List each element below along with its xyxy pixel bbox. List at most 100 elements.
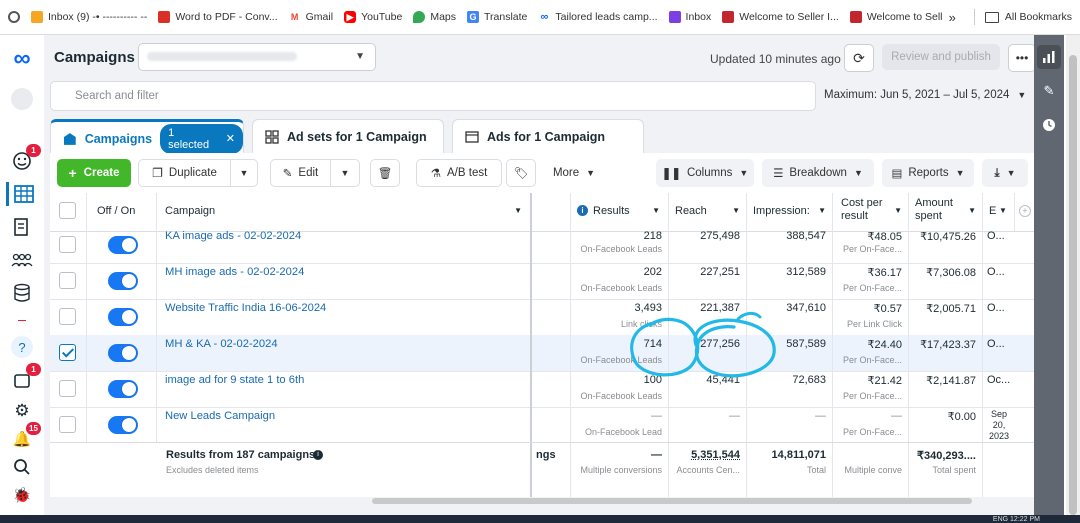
vertical-scrollbar[interactable] <box>1066 35 1080 515</box>
table-row[interactable]: Website Traffic India 16-06-2024 3,493 Li… <box>50 299 1034 336</box>
breakdown-button[interactable]: ☰ Breakdown ▼ <box>762 159 874 187</box>
cost-type: Per On-Face... <box>842 283 902 293</box>
select-all-checkbox[interactable] <box>59 202 76 219</box>
help-icon[interactable]: ? <box>10 335 34 359</box>
page-updates-icon[interactable]: 1 <box>10 363 41 392</box>
horizontal-scrollbar[interactable] <box>372 498 972 504</box>
campaign-name-link[interactable]: New Leads Campaign <box>165 410 275 422</box>
bookmark-tailored-leads[interactable]: ∞ Tailored leads camp... <box>538 11 658 23</box>
summary-amount-spent: ₹340,293.... <box>917 450 976 462</box>
header-impressions[interactable]: Impression: ▼ <box>746 193 832 231</box>
bookmark-gmail[interactable]: M Gmail <box>288 11 333 23</box>
bookmark-word-to-pdf[interactable]: Word to PDF - Conv... <box>158 11 278 23</box>
table-row[interactable]: KA image ads - 02-02-2024 218 On-Facebook… <box>50 230 1034 264</box>
tab-campaigns[interactable]: Campaigns 1 selected ✕ <box>50 119 244 155</box>
settings-gear-icon[interactable]: ⚙ <box>10 399 34 423</box>
bookmarks-overflow-button[interactable]: » <box>949 10 956 25</box>
bookmark-inbox-2[interactable]: Inbox <box>668 11 711 23</box>
notifications-icon[interactable]: 1 <box>10 144 41 173</box>
review-and-publish-button[interactable]: Review and publish <box>882 44 1000 70</box>
delete-button[interactable]: 🗑 <box>370 159 400 187</box>
campaign-toggle[interactable] <box>108 416 138 434</box>
columns-button[interactable]: ❚❚ Columns ▼ <box>656 159 754 187</box>
close-icon[interactable]: ✕ <box>226 132 235 145</box>
search-filter-bar[interactable] <box>50 81 816 111</box>
campaigns-table-icon[interactable] <box>6 182 39 206</box>
edit-dropdown-button[interactable]: ▼ <box>330 159 360 187</box>
table-row[interactable]: image ad for 9 state 1 to 6th 100 On-Face… <box>50 371 1034 408</box>
header-amount-spent[interactable]: Amount spent ▼ <box>908 193 982 231</box>
campaign-name-link[interactable]: Website Traffic India 16-06-2024 <box>165 302 326 314</box>
ad-account-selector[interactable]: ▼ <box>138 43 376 71</box>
table-row[interactable]: MH image ads - 02-02-2024 202 On-Facebook… <box>50 263 1034 300</box>
ends-value: O... <box>987 302 1005 314</box>
amount-spent-value: ₹2,141.87 <box>926 375 976 387</box>
chevron-down-icon: ▼ <box>732 206 740 215</box>
alerts-bell-icon[interactable]: 🔔 15 <box>10 422 41 451</box>
search-icon[interactable] <box>10 455 34 479</box>
campaign-toggle[interactable] <box>108 380 138 398</box>
chrome-icon[interactable] <box>8 11 20 23</box>
meta-logo-icon[interactable]: ∞ <box>10 45 34 72</box>
bookmark-youtube[interactable]: ▶ YouTube <box>344 11 402 23</box>
row-checkbox[interactable] <box>59 416 76 433</box>
bookmark-inbox[interactable]: Inbox (9) -• ---------- -- <box>31 11 147 23</box>
more-options-button[interactable]: ••• <box>1008 44 1036 72</box>
bookmark-seller-1[interactable]: Welcome to Seller I... <box>722 11 839 23</box>
billing-icon[interactable] <box>10 281 34 305</box>
header-results[interactable]: i Results ▼ <box>570 193 668 231</box>
table-row-selected[interactable]: MH & KA - 02-02-2024 714 On-Facebook Lead… <box>50 335 1034 372</box>
row-checkbox[interactable] <box>59 308 76 325</box>
account-avatar[interactable] <box>10 87 34 111</box>
header-cost-per-result[interactable]: Cost per result ▼ <box>832 193 908 231</box>
campaign-toggle[interactable] <box>108 236 138 254</box>
selection-pill[interactable]: 1 selected ✕ <box>160 123 243 154</box>
add-column-button[interactable]: + <box>1014 193 1034 231</box>
audiences-icon[interactable] <box>10 248 34 272</box>
ab-test-button[interactable]: ⚗ A/B test <box>416 159 502 187</box>
tag-button[interactable]: 🏷 <box>506 159 536 187</box>
bookmark-maps[interactable]: Maps <box>413 11 456 23</box>
campaign-name-link[interactable]: image ad for 9 state 1 to 6th <box>165 374 304 386</box>
bar-chart-icon[interactable] <box>1037 45 1061 69</box>
table-row[interactable]: New Leads Campaign — On-Facebook Lead — —… <box>50 407 1034 444</box>
all-bookmarks-button[interactable]: All Bookmarks <box>1005 11 1072 23</box>
scrollbar-thumb[interactable] <box>1069 55 1077 515</box>
more-button[interactable]: More ▼ <box>542 159 606 187</box>
tab-ads[interactable]: Ads for 1 Campaign <box>452 119 644 154</box>
row-checkbox[interactable] <box>59 380 76 397</box>
seller-icon <box>849 11 862 23</box>
row-checkbox-checked[interactable] <box>59 344 76 361</box>
campaigns-folder-icon <box>63 132 76 145</box>
ends-value: Sep 20, 2023 <box>988 409 1010 441</box>
summary-reach[interactable]: 5,351,544 <box>691 449 740 461</box>
row-checkbox[interactable] <box>59 236 76 253</box>
search-input[interactable] <box>73 89 777 103</box>
pencil-icon[interactable]: ✎ <box>1037 79 1061 103</box>
bug-report-icon[interactable]: 🐞 <box>10 483 34 507</box>
create-button[interactable]: + Create <box>57 159 131 187</box>
header-reach[interactable]: Reach ▼ <box>668 193 746 231</box>
bookmark-translate[interactable]: G Translate <box>467 11 527 23</box>
campaign-toggle[interactable] <box>108 272 138 290</box>
edit-button[interactable]: ✎ Edit <box>270 159 330 187</box>
left-sidebar: ∞ 1 ? 1 ⚙ 🔔 15 🐞 <box>0 35 44 515</box>
header-ends[interactable]: E ▼ <box>982 193 1014 231</box>
campaign-name-link[interactable]: KA image ads - 02-02-2024 <box>165 230 301 242</box>
campaign-toggle[interactable] <box>108 344 138 362</box>
duplicate-button[interactable]: ❐ Duplicate <box>138 159 230 187</box>
campaign-toggle[interactable] <box>108 308 138 326</box>
campaign-name-link[interactable]: MH & KA - 02-02-2024 <box>165 338 278 350</box>
date-range-picker[interactable]: Maximum: Jun 5, 2021 – Jul 5, 2024 ▼ <box>824 81 1034 109</box>
tab-adsets[interactable]: Ad sets for 1 Campaign <box>252 119 444 154</box>
export-button[interactable]: ⤓ ▼ <box>982 159 1028 187</box>
header-campaign[interactable]: Campaign ▼ <box>156 193 530 231</box>
chevron-down-icon: ▼ <box>514 206 522 215</box>
campaign-name-link[interactable]: MH image ads - 02-02-2024 <box>165 266 304 278</box>
clock-icon[interactable] <box>1037 113 1061 137</box>
row-checkbox[interactable] <box>59 272 76 289</box>
refresh-button[interactable]: ⟳ <box>844 44 874 72</box>
pages-icon[interactable] <box>10 215 34 239</box>
reports-button[interactable]: ▤ Reports ▼ <box>882 159 974 187</box>
duplicate-dropdown-button[interactable]: ▼ <box>230 159 258 187</box>
